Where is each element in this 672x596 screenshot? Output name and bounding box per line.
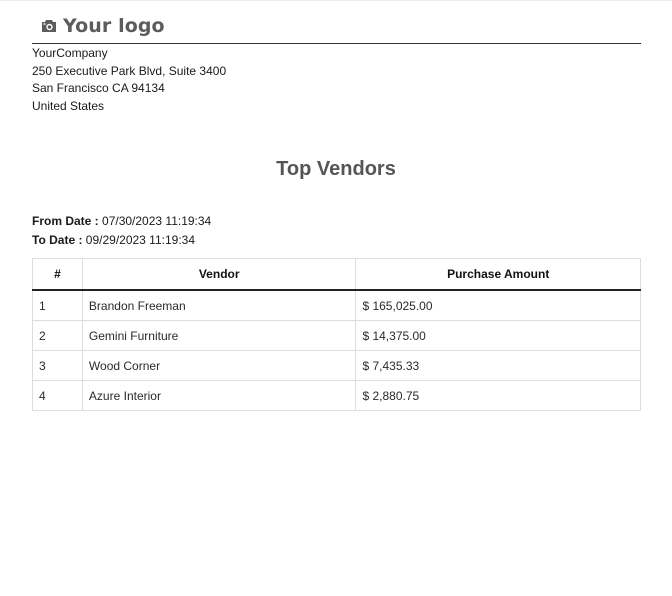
purchase-amount: $ 165,025.00: [355, 289, 641, 321]
column-header-index: #: [32, 258, 83, 291]
table-header-row: # Vendor Purchase Amount: [32, 258, 641, 291]
vendor-name: Wood Corner: [81, 350, 357, 381]
camera-icon: [41, 19, 57, 33]
column-header-vendor: Vendor: [81, 258, 357, 291]
report-date-range: From Date : 07/30/2023 11:19:34 To Date …: [32, 212, 211, 249]
header-divider: [32, 43, 641, 44]
company-country: United States: [32, 98, 105, 113]
vendor-name: Gemini Furniture: [81, 320, 357, 351]
table-row: 1 Brandon Freeman $ 165,025.00: [32, 289, 641, 321]
row-index: 1: [32, 289, 83, 321]
row-index: 3: [32, 350, 83, 381]
table-row: 3 Wood Corner $ 7,435.33: [32, 350, 641, 381]
purchase-amount: $ 7,435.33: [355, 350, 641, 381]
company-logo: Your logo: [41, 15, 165, 37]
page-top-border: [0, 0, 672, 1]
row-index: 2: [32, 320, 83, 351]
vendor-name: Azure Interior: [81, 380, 357, 411]
company-address: YourCompany 250 Executive Park Blvd, Sui…: [32, 45, 226, 115]
logo-text: Your logo: [63, 15, 165, 37]
purchase-amount: $ 2,880.75: [355, 380, 641, 411]
company-street: 250 Executive Park Blvd, Suite 3400: [32, 63, 227, 78]
row-index: 4: [32, 380, 83, 411]
from-date-label: From Date :: [32, 214, 99, 228]
from-date-line: From Date : 07/30/2023 11:19:34: [32, 212, 211, 231]
column-header-purchase-amount: Purchase Amount: [355, 258, 641, 291]
purchase-amount: $ 14,375.00: [355, 320, 641, 351]
report-title: Top Vendors: [276, 158, 396, 180]
to-date-value: 09/29/2023 11:19:34: [82, 232, 195, 247]
company-name: YourCompany: [32, 46, 108, 60]
to-date-label: To Date :: [32, 232, 83, 247]
to-date-line: To Date : 09/29/2023 11:19:34: [32, 231, 211, 250]
company-city: San Francisco CA 94134: [32, 81, 165, 95]
vendors-table: # Vendor Purchase Amount 1 Brandon Freem…: [32, 258, 641, 411]
from-date-value: 07/30/2023 11:19:34: [98, 214, 212, 228]
vendor-name: Brandon Freeman: [81, 289, 357, 321]
table-row: 4 Azure Interior $ 2,880.75: [32, 380, 641, 411]
table-row: 2 Gemini Furniture $ 14,375.00: [32, 320, 641, 351]
